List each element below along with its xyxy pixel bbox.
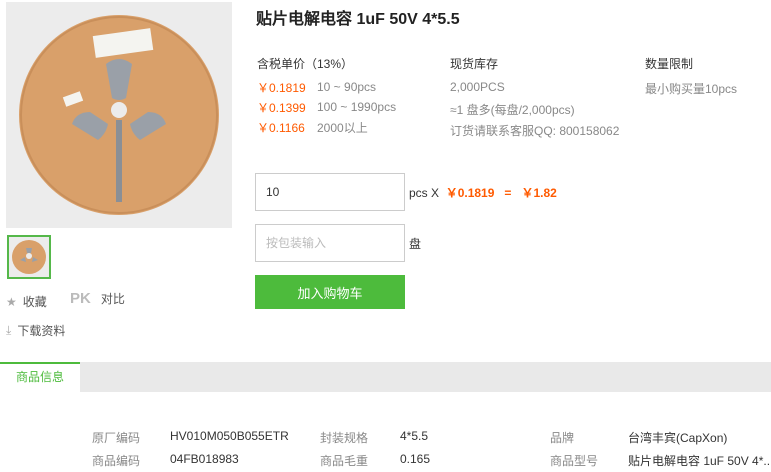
package-unit: 盘 [409,237,422,251]
pk-icon: PK [70,290,91,307]
tier-range: 10 ~ 90pcs [317,80,377,94]
spec-value: 台湾丰宾(CapXon) [628,431,728,445]
product-image [6,2,232,228]
calc-price: ￥0.1819 [445,186,495,200]
tier-range: 2000以上 [317,120,368,135]
download-label: 下载资料 [17,324,66,338]
tier-price: ￥0.1166 [257,120,305,135]
price-tier: ￥0.1399 100 ~ 1990pcs [257,97,396,117]
min-order: 最小购买量10pcs [645,82,738,96]
spec-key: 商品毛重 [320,454,369,468]
spec-key: 原厂编码 [92,431,141,445]
stock-qty: 2,000PCS [450,80,505,94]
spec-key: 封装规格 [320,431,369,445]
add-to-cart-button[interactable]: 加入购物车 [255,275,405,309]
spec-value: 04FB018983 [170,452,239,466]
spec-key: 商品型号 [550,454,599,468]
spec-value: 0.165 [400,452,431,466]
spec-value: 贴片电解电容 1uF 50V 4*.. [628,454,771,468]
stock-contact: 订货请联系客服QQ: 800158062 [450,124,620,138]
compare-label: 对比 [100,292,125,306]
tier-price: ￥0.1819 [257,80,306,95]
spec-key: 商品编码 [92,454,141,468]
compare-button[interactable]: PK 对比 [70,290,125,307]
limit-header: 数量限制 [645,57,694,71]
package-input[interactable] [255,224,405,262]
stock-header: 现货库存 [450,57,499,71]
tab-product-info[interactable]: 商品信息 [0,362,80,393]
product-title: 贴片电解电容 1uF 50V 4*5.5 [256,11,460,28]
spec-key: 品牌 [550,431,575,445]
product-thumbnail[interactable] [7,235,51,279]
price-header: 含税单价（13%） [257,57,354,71]
download-docs-button[interactable]: ⤓ 下载资料 [6,322,65,339]
tier-price: ￥0.1399 [257,100,306,115]
quantity-input[interactable] [255,173,405,211]
download-icon: ⤓ [6,323,12,337]
price-tier: ￥0.1819 10 ~ 90pcs [257,77,396,97]
calc-equals: = [504,186,512,200]
calc-total: ￥1.82 [521,186,557,200]
tier-range: 100 ~ 1990pcs [317,100,397,114]
spec-value: 4*5.5 [400,429,429,443]
tab-bar [0,362,771,392]
star-icon: ★ [6,294,17,309]
favorite-button[interactable]: ★ 收藏 [6,293,47,310]
spec-value: HV010M050B055ETR [170,429,289,443]
calc-unit: pcs X [409,186,440,200]
price-calculation: pcs X ￥0.1819 = ￥1.82 [409,184,557,201]
price-tier: ￥0.1166 2000以上 [257,117,396,137]
stock-reel: ≈1 盘多(每盘/2,000pcs) [450,103,575,117]
price-tier-list: ￥0.1819 10 ~ 90pcs ￥0.1399 100 ~ 1990pcs… [257,77,396,137]
favorite-label: 收藏 [22,295,47,309]
